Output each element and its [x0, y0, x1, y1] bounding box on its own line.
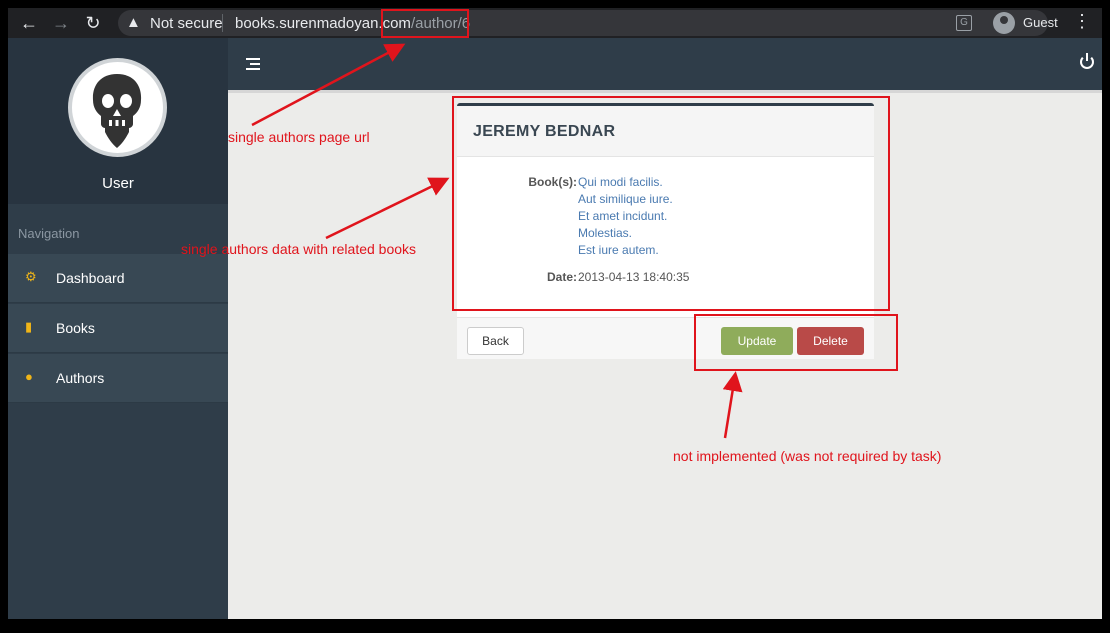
book-icon: ▮ — [25, 319, 33, 334]
sidebar-profile: User — [8, 38, 228, 204]
back-button[interactable]: Back — [467, 327, 524, 355]
sidebar-item-dashboard[interactable]: ⚙ Dashboard — [8, 254, 228, 303]
skull-icon — [92, 74, 142, 148]
browser-toolbar: ← → ↻ ▲ Not secure books.surenmadoyan.co… — [8, 8, 1102, 38]
nav-heading: Navigation — [18, 226, 80, 241]
menu-toggle-icon[interactable] — [246, 58, 260, 70]
forward-arrow-icon[interactable]: → — [50, 12, 72, 34]
avatar — [68, 58, 167, 157]
translate-icon[interactable]: G — [956, 15, 972, 31]
not-secure-label: Not secure — [150, 15, 223, 32]
sidebar-item-label: Books — [56, 320, 95, 336]
actions-highlight-box — [694, 314, 898, 371]
warning-icon: ▲ — [126, 14, 141, 31]
back-arrow-icon[interactable]: ← — [18, 12, 40, 34]
username: User — [102, 175, 134, 192]
address-bar[interactable]: ▲ Not secure books.surenmadoyan.com/auth… — [118, 10, 1048, 36]
sidebar-item-authors[interactable]: ● Authors — [8, 354, 228, 403]
more-options-icon[interactable]: ⋮ — [1073, 11, 1091, 32]
url-highlight-box — [381, 9, 469, 38]
topbar — [228, 38, 1102, 90]
screenshot-frame: ← → ↻ ▲ Not secure books.surenmadoyan.co… — [8, 8, 1102, 619]
user-icon: ● — [25, 369, 33, 384]
profile-avatar-icon[interactable] — [993, 12, 1015, 34]
sidebar-item-books[interactable]: ▮ Books — [8, 304, 228, 353]
power-icon[interactable] — [1080, 53, 1094, 69]
actions-annotation: not implemented (was not required by tas… — [673, 448, 942, 464]
cogs-icon: ⚙ — [25, 269, 37, 284]
data-highlight-box — [452, 96, 890, 311]
sidebar-item-label: Dashboard — [56, 270, 125, 286]
sidebar: User Navigation ⚙ Dashboard ▮ Books ● Au… — [8, 38, 228, 619]
url-annotation: single authors page url — [228, 129, 370, 145]
url-separator — [222, 14, 223, 32]
reload-icon[interactable]: ↻ — [82, 12, 104, 34]
data-annotation: single authors data with related books — [181, 241, 417, 257]
sidebar-item-label: Authors — [56, 370, 105, 386]
profile-name[interactable]: Guest — [1023, 15, 1058, 30]
